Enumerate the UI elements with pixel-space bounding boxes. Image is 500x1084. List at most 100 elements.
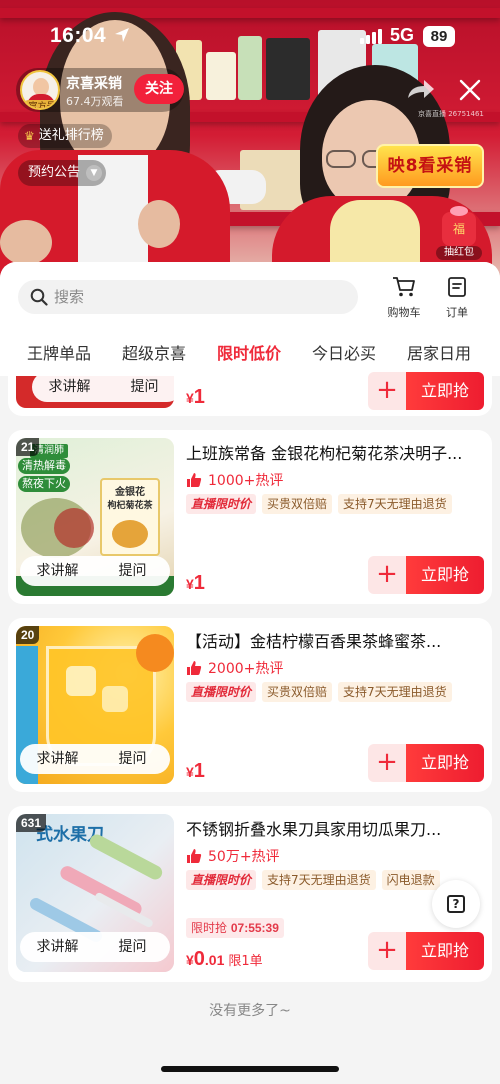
order-label: 订单 (446, 306, 468, 319)
product-title[interactable]: 上班族常备 金银花枸杞菊花茶决明子... (186, 440, 478, 464)
tab-home-daily[interactable]: 居家日用 (407, 342, 471, 366)
help-button[interactable]: ? (432, 880, 480, 928)
home-indicator[interactable] (161, 1066, 339, 1072)
thumb-text: 熬夜下火 (18, 476, 70, 492)
add-to-cart-button[interactable]: + (368, 556, 406, 594)
product-title[interactable]: 【活动】金桔柠檬百香果茶蜂蜜茶... (186, 628, 478, 652)
end-of-list-text: 没有更多了~ (209, 1003, 291, 1019)
request-explain-button[interactable]: 求讲解 (20, 932, 95, 962)
price: ¥1 (186, 386, 205, 408)
avatar[interactable]: 官方号 (20, 70, 60, 110)
tag-return-policy: 支持7天无理由退货 (338, 682, 452, 702)
ask-question-button[interactable]: 提问 (95, 556, 170, 586)
tag-live-price: 直播限时价 (186, 870, 257, 890)
tag-live-price: 直播限时价 (186, 682, 257, 702)
tab-wangpai[interactable]: 王牌单品 (27, 342, 91, 366)
search-icon (30, 288, 48, 306)
red-packet-button[interactable]: 福 抽红包 (436, 206, 482, 260)
location-arrow-icon (115, 28, 129, 42)
product-tags: 直播限时价 买贵双倍赔 支持7天无理由退货 (186, 494, 452, 514)
review-count: 50万+热评 (186, 846, 280, 866)
network-type: 5G (390, 25, 415, 45)
price: ¥1 (186, 760, 205, 782)
battery-indicator: 89 (423, 26, 455, 47)
sheet-header: 购物车 订单 王牌单品 超级京喜 限时低价 今日必买 居家日用 (0, 262, 500, 376)
status-time: 16:04 (50, 24, 107, 47)
host-left-hand (138, 200, 180, 248)
buy-now-button[interactable]: 立即抢 (406, 372, 484, 410)
product-tags: 直播限时价 买贵双倍赔 支持7天无理由退货 (186, 682, 452, 702)
red-packet-label: 抽红包 (436, 246, 482, 260)
request-explain-button[interactable]: 求讲解 (20, 744, 95, 774)
rank-badge: 20 (16, 626, 40, 644)
gift-ranking-label: 送礼排行榜 (38, 128, 104, 143)
shelf-goods (266, 38, 310, 100)
buy-now-button[interactable]: 立即抢 (406, 556, 484, 594)
shelf-goods (238, 36, 262, 100)
crown-icon: ♛ (24, 129, 35, 143)
product-card[interactable]: 式水果刀 631 求讲解 提问 不锈钢折叠水果刀具家用切瓜果刀... 50万+热… (8, 806, 492, 982)
red-packet-icon: 福 (442, 206, 476, 246)
promo-banner[interactable]: 映8看采销 (376, 144, 484, 188)
thumb-text: 金银花 (115, 487, 145, 498)
thumbs-up-icon (187, 849, 202, 863)
request-explain-button[interactable]: 求讲解 (20, 556, 95, 586)
search-bar[interactable] (18, 280, 358, 314)
product-card[interactable]: 金银花 枸杞菊花茶 清润肺 清热解毒 熬夜下火 21 求讲解 提问 上班族常备 … (8, 430, 492, 604)
explain-question-pill: 求讲解 提问 (20, 744, 170, 774)
tag-fast-refund: 闪电退款 (381, 870, 440, 890)
explain-question-pill: 求讲解 提问 (20, 932, 170, 962)
search-input[interactable] (54, 288, 334, 306)
add-to-cart-button[interactable]: + (368, 372, 406, 410)
tag-guarantee: 买贵双倍赔 (262, 682, 333, 702)
glasses (326, 150, 356, 168)
cellular-signal-icon (360, 28, 382, 44)
product-title[interactable]: 不锈钢折叠水果刀具家用切瓜果刀... (186, 816, 478, 840)
tab-limited-low-price[interactable]: 限时低价 (217, 342, 281, 366)
viewer-count: 67.4万观看 (66, 95, 124, 108)
review-count: 2000+热评 (186, 658, 283, 678)
explain-question-pill: 求讲解 提问 (32, 372, 182, 402)
tab-super-jingxi[interactable]: 超级京喜 (122, 342, 186, 366)
share-icon[interactable] (402, 76, 438, 106)
cart-label: 购物车 (387, 306, 421, 319)
notice-label: 预约公告 (28, 165, 81, 180)
buy-now-button[interactable]: 立即抢 (406, 932, 484, 970)
product-card[interactable]: 20 求讲解 提问 【活动】金桔柠檬百香果茶蜂蜜茶... 2000+热评 直播限… (8, 618, 492, 792)
product-card[interactable]: 求讲解 提问 ¥1 + 立即抢 (8, 372, 492, 416)
tab-today-must-buy[interactable]: 今日必买 (312, 342, 376, 366)
ask-question-button[interactable]: 提问 (95, 932, 170, 962)
flash-sale-countdown: 限时抢 07:55:39 (186, 918, 284, 938)
buy-now-button[interactable]: 立即抢 (406, 744, 484, 782)
reservation-notice-button[interactable]: 预约公告 ▼ (18, 160, 107, 186)
category-tabs: 王牌单品 超级京喜 限时低价 今日必买 居家日用 (0, 340, 500, 372)
price: ¥0.01 限1单 (186, 948, 263, 970)
gift-ranking-button[interactable]: ♛ 送礼排行榜 (18, 124, 112, 148)
ask-question-button[interactable]: 提问 (107, 372, 182, 402)
thumbs-up-icon (187, 473, 202, 487)
add-to-cart-button[interactable]: + (368, 744, 406, 782)
price: ¥1 (186, 572, 205, 594)
tag-guarantee: 买贵双倍赔 (262, 494, 333, 514)
add-to-cart-button[interactable]: + (368, 932, 406, 970)
cart-icon (393, 277, 415, 297)
product-tags: 直播限时价 支持7天无理由退货 闪电退款 (186, 870, 440, 890)
orders-button[interactable]: 订单 (437, 276, 477, 320)
cart-button[interactable]: 购物车 (384, 276, 424, 320)
question-icon: ? (447, 895, 465, 913)
official-badge: 官方号 (22, 100, 58, 108)
shelf (0, 8, 500, 18)
thumb-text: 枸杞菊花茶 (107, 501, 153, 511)
tag-return-policy: 支持7天无理由退货 (338, 494, 452, 514)
rank-badge: 631 (16, 814, 47, 832)
shelf-goods (206, 52, 236, 100)
ask-question-button[interactable]: 提问 (95, 744, 170, 774)
review-count: 1000+热评 (186, 470, 283, 490)
host-left-hand (0, 220, 52, 265)
tag-live-price: 直播限时价 (186, 494, 257, 514)
request-explain-button[interactable]: 求讲解 (32, 372, 107, 402)
close-icon[interactable] (456, 76, 484, 104)
thumb-text: 清热解毒 (18, 458, 70, 474)
follow-button[interactable]: 关注 (134, 74, 184, 104)
anchor-name: 京喜采销 (66, 76, 122, 92)
